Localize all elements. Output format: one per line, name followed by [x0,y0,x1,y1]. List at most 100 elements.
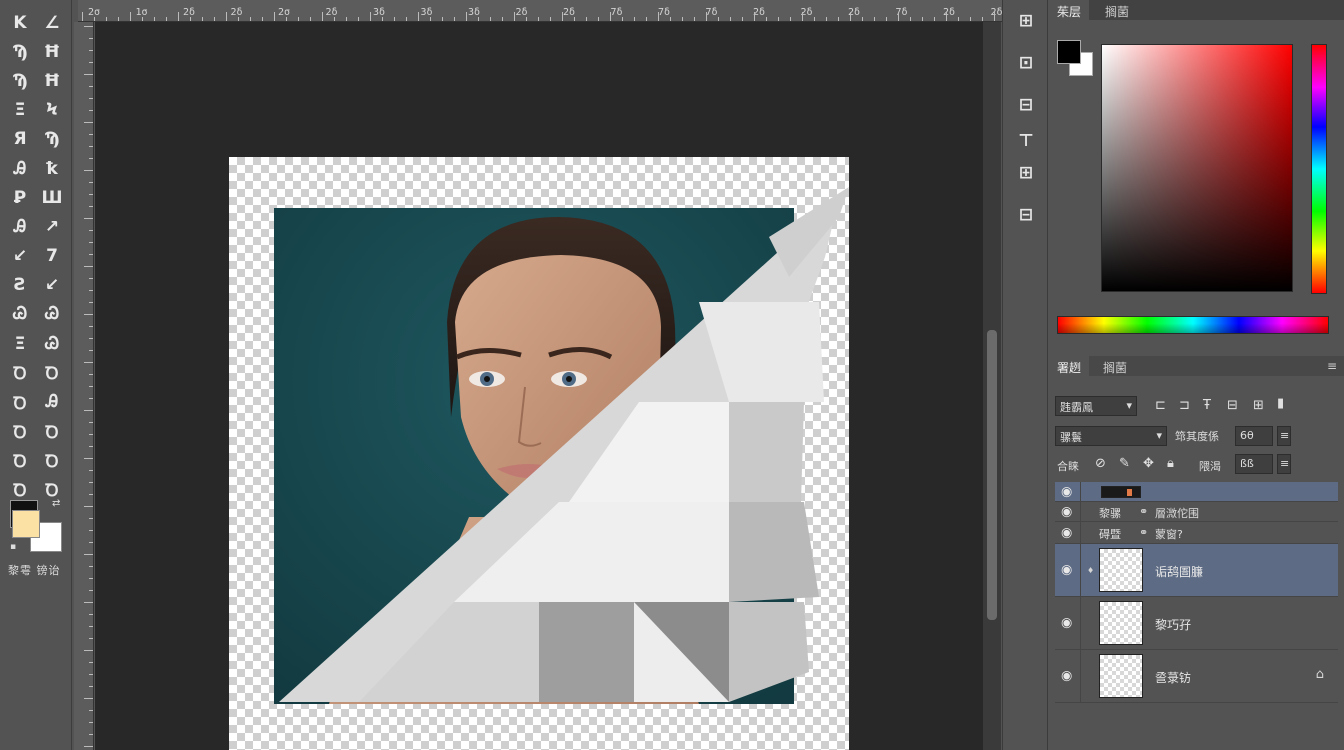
tool-12-icon[interactable]: Ꝑ [4,183,36,212]
tab-channels[interactable]: 搁菌 [1095,356,1135,376]
tool-14-icon[interactable]: Ꭿ [4,212,36,241]
tool-27-icon[interactable]: Ꭿ [36,387,68,416]
filter-shape-icon[interactable]: ⊟ [1227,398,1238,413]
tool-5-icon[interactable]: Ħ [36,66,68,95]
filter-toggle-icon[interactable]: ▮ [1277,396,1284,411]
tool-18-icon[interactable]: Ƨ [4,271,36,300]
vertical-scrollbar[interactable] [983,22,1001,750]
ruler-tick-mark [89,146,93,147]
color-spectrum-bar[interactable] [1057,316,1329,334]
tool-24-icon[interactable]: Ꝺ [4,358,36,387]
tool-10-icon[interactable]: Ꭿ [4,154,36,183]
ruler-tick-mark [89,446,93,447]
opacity-input[interactable]: 6θ [1235,426,1273,446]
ruler-tick-mark [454,17,455,21]
tool-7-icon[interactable]: Ϟ [36,96,68,125]
tool-6-icon[interactable]: Ξ [4,96,36,125]
layer-row-3[interactable]: ◉ 巹菉钫 ⌂ [1055,650,1338,703]
layer-row-small-1[interactable]: ◉ 黎骡 ⚭ 層溦佗围 [1055,502,1338,522]
canvas-artwork [274,187,849,704]
color-swatches[interactable]: ⇄ ▪ [6,498,66,554]
ruler-tick-mark [89,674,93,675]
fill-stepper[interactable]: ≡ [1277,454,1291,474]
tool-13-icon[interactable]: Ш [36,183,68,212]
tab-swatches[interactable]: 搁菌 [1097,0,1137,20]
ruler-tick-mark [370,12,371,21]
tab-color[interactable]: 茱层 [1049,0,1090,20]
tool-17-icon[interactable]: 7 [36,242,68,271]
tool-26-icon[interactable]: Ꝺ [4,387,36,416]
tool-20-icon[interactable]: Ꮚ [4,300,36,329]
tool-29-icon[interactable]: Ꝺ [36,417,68,446]
layer-row-mini[interactable]: ◉ [1055,482,1338,502]
tool-9-icon[interactable]: Ϡ [36,125,68,154]
panel-menu-icon[interactable]: ≡ [1325,356,1339,376]
hue-slider[interactable] [1311,44,1327,294]
eye-icon[interactable]: ◉ [1061,616,1072,631]
tool-22-icon[interactable]: Ξ [4,329,36,358]
fill-input[interactable]: ßß [1235,454,1273,474]
panel-strip-0-icon[interactable]: ⊞ [1013,10,1039,32]
ruler-label: 2δ [230,7,243,18]
blend-mode-select[interactable]: 骡鬟 ▾ [1055,426,1167,446]
ruler-tick-mark [89,326,93,327]
tool-2-icon[interactable]: Ϡ [4,37,36,66]
eye-icon[interactable]: ◉ [1061,563,1072,578]
tool-3-icon[interactable]: Ħ [36,37,68,66]
filter-adjust-icon[interactable]: ⊐ [1179,398,1190,413]
eye-icon[interactable]: ◉ [1061,525,1072,540]
filter-smart-icon[interactable]: ⊞ [1253,398,1264,413]
ruler-tick-mark [89,338,93,339]
eye-icon[interactable]: ◉ [1061,484,1072,499]
tool-19-icon[interactable]: ↙ [36,271,68,300]
tool-31-icon[interactable]: Ꝺ [36,446,68,475]
ruler-tick-mark [202,17,203,21]
ruler-tick-mark [838,17,839,21]
default-colors-icon[interactable]: ▪ [10,542,16,552]
lock-pixels-icon[interactable]: ✎ [1119,456,1130,471]
ruler-tick-mark [89,722,93,723]
ruler-tick-mark [89,686,93,687]
panel-strip-4-icon[interactable]: ⊞ [1013,162,1039,184]
tool-25-icon[interactable]: Ꝺ [36,358,68,387]
document-canvas[interactable] [229,157,849,750]
ruler-tick-mark [850,12,851,21]
eye-icon[interactable]: ◉ [1061,669,1072,684]
ruler-tick-mark [89,422,93,423]
tool-11-icon[interactable]: ꝁ [36,154,68,183]
tool-23-icon[interactable]: Ꮚ [36,329,68,358]
color-picker-field[interactable] [1101,44,1293,292]
foreground-color-swatch[interactable] [12,510,40,538]
tool-15-icon[interactable]: ↗ [36,212,68,241]
filter-type-icon[interactable]: Ŧ [1203,398,1211,413]
tool-28-icon[interactable]: Ꝺ [4,417,36,446]
tab-layers[interactable]: 署趔 [1049,356,1090,376]
panel-strip-5-icon[interactable]: ⊟ [1013,204,1039,226]
lock-transparent-icon[interactable]: ⊘ [1095,456,1106,471]
layer-row-small-2[interactable]: ◉ 碍暨 ⚭ 蒙窗? [1055,522,1338,544]
tool-30-icon[interactable]: Ꝺ [4,446,36,475]
tool-8-icon[interactable]: Я [4,125,36,154]
ruler-tick-mark [84,26,93,27]
tool-16-icon[interactable]: ↙ [4,242,36,271]
toolbox-mode-label[interactable]: 黎雩 镑诒 [8,562,61,578]
panel-strip-2-icon[interactable]: ⊟ [1013,94,1039,116]
opacity-stepper[interactable]: ≡ [1277,426,1291,446]
eye-icon[interactable]: ◉ [1061,504,1072,519]
panel-strip-3-icon[interactable]: ⊤ [1013,130,1039,152]
ruler-tick-mark [89,242,93,243]
tool-1-icon[interactable]: ∠ [36,8,68,37]
tool-4-icon[interactable]: Ϡ [4,66,36,95]
layer-row-1[interactable]: ◉ ♦ 诟鸹圄臁 [1055,544,1338,597]
layer-filter-select[interactable]: 韪霸鳳 ▾ [1055,396,1137,416]
layer-row-2[interactable]: ◉ 黎巧孖 [1055,597,1338,650]
color-panel-foreground[interactable] [1057,40,1081,64]
tool-21-icon[interactable]: Ꮚ [36,300,68,329]
scrollbar-thumb[interactable] [987,330,997,620]
lock-position-icon[interactable]: ✥ [1143,456,1154,471]
tool-0-icon[interactable]: K [4,8,36,37]
filter-pixel-icon[interactable]: ⊏ [1155,398,1166,413]
lock-all-icon[interactable]: 🔒︎ [1167,456,1174,471]
swap-colors-icon[interactable]: ⇄ [52,498,60,509]
panel-strip-1-icon[interactable]: ⊡ [1013,52,1039,74]
